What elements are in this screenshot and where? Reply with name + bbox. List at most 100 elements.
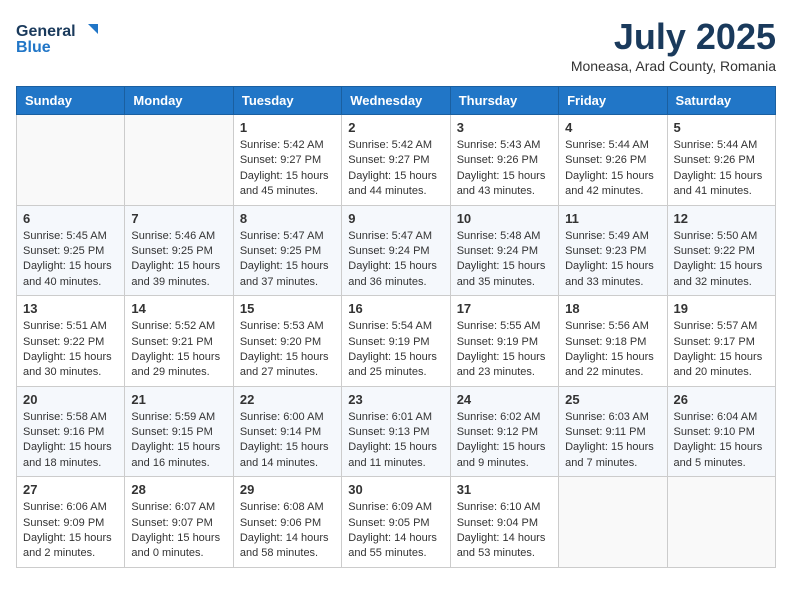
cell-content: Sunrise: 5:52 AM Sunset: 9:21 PM Daylight:…	[131, 319, 226, 381]
calendar-cell: 20Sunrise: 5:58 AMSunset: 9:16 PMDayligh…	[17, 386, 125, 477]
calendar-cell: 11Sunrise: 5:49 AMSunset: 9:23 PMDayligh…	[559, 205, 667, 296]
sunset: Sunset: 9:11 PM	[565, 426, 646, 438]
logo: General Blue	[16, 16, 106, 61]
calendar-cell: 28Sunrise: 6:07 AMSunset: 9:07 PMDayligh…	[125, 477, 233, 568]
day-number: 16	[348, 301, 443, 316]
cell-content: Sunrise: 6:08 AMSunset: 9:06 PMDaylight:…	[240, 500, 335, 562]
sunset: Sunset: 9:26 PM	[565, 154, 646, 166]
sunrise: Sunrise: 6:01 AM	[348, 411, 432, 423]
daylight: Daylight: 15 hours and 0 minutes.	[131, 532, 220, 559]
cell-content: Sunrise: 5:43 AMSunset: 9:26 PMDaylight:…	[457, 138, 552, 200]
calendar-cell: 1Sunrise: 5:42 AMSunset: 9:27 PMDaylight…	[233, 115, 341, 206]
day-number: 30	[348, 482, 443, 497]
header-wednesday: Wednesday	[342, 87, 450, 115]
location: Moneasa, Arad County, Romania	[571, 58, 776, 74]
day-number: 31	[457, 482, 552, 497]
sunrise: Sunrise: 6:07 AM	[131, 501, 215, 513]
sunset: Sunset: 9:12 PM	[457, 426, 538, 438]
daylight: Daylight: 15 hours and 25 minutes.	[348, 351, 437, 378]
calendar-cell: 4Sunrise: 5:44 AMSunset: 9:26 PMDaylight…	[559, 115, 667, 206]
day-number: 12	[674, 211, 769, 226]
sunset: Sunset: 9:17 PM	[674, 336, 755, 348]
cell-content: Sunrise: 5:58 AMSunset: 9:16 PMDaylight:…	[23, 410, 118, 472]
calendar-week-3: 20Sunrise: 5:58 AMSunset: 9:16 PMDayligh…	[17, 386, 776, 477]
sunrise: Sunrise: 5:45 AM	[23, 230, 107, 242]
sunset: Sunset: 9:09 PM	[23, 517, 104, 529]
daylight: Daylight: 15 hours and 35 minutes.	[457, 260, 546, 287]
day-number: 25	[565, 392, 660, 407]
cell-content: Sunrise: 6:02 AMSunset: 9:12 PMDaylight:…	[457, 410, 552, 472]
sunset: Sunset: 9:19 PM	[348, 336, 429, 348]
sunrise: Sunrise: 5:46 AM	[131, 230, 215, 242]
sunset: Sunset: 9:25 PM	[23, 245, 104, 257]
daylight: Daylight: 15 hours and 7 minutes.	[565, 441, 654, 468]
logo-text: General Blue	[16, 16, 106, 61]
calendar-cell: 24Sunrise: 6:02 AMSunset: 9:12 PMDayligh…	[450, 386, 558, 477]
calendar-cell: 15Sunrise: 5:53 AMSunset: 9:20 PMDayligh…	[233, 296, 341, 387]
daylight: Daylight: 14 hours and 58 minutes.	[240, 532, 329, 559]
cell-content: Sunrise: 5:42 AMSunset: 9:27 PMDaylight:…	[348, 138, 443, 200]
calendar-cell: 19Sunrise: 5:57 AMSunset: 9:17 PMDayligh…	[667, 296, 775, 387]
day-number: 10	[457, 211, 552, 226]
header-tuesday: Tuesday	[233, 87, 341, 115]
daylight: Daylight: 15 hours and 40 minutes.	[23, 260, 112, 287]
cell-content: Sunrise: 6:10 AMSunset: 9:04 PMDaylight:…	[457, 500, 552, 562]
calendar-cell	[559, 477, 667, 568]
sunset: Sunset: 9:21 PM	[131, 336, 212, 348]
calendar-cell	[667, 477, 775, 568]
cell-content: Sunrise: 6:03 AM Sunset: 9:11 PM Daylight:…	[565, 410, 660, 472]
daylight: Daylight: 15 hours and 29 minutes.	[131, 351, 220, 378]
daylight: Daylight: 15 hours and 39 minutes.	[131, 260, 220, 287]
daylight: Daylight: 15 hours and 5 minutes.	[674, 441, 763, 468]
cell-content: Sunrise: 6:00 AM Sunset: 9:14 PM Daylight:…	[240, 410, 335, 472]
day-number: 29	[240, 482, 335, 497]
sunset: Sunset: 9:07 PM	[131, 517, 212, 529]
daylight: Daylight: 15 hours and 44 minutes.	[348, 170, 437, 197]
calendar-cell: 7Sunrise: 5:46 AMSunset: 9:25 PMDaylight…	[125, 205, 233, 296]
sunrise: Sunrise: 6:00 AM	[240, 411, 324, 423]
daylight: Daylight: 15 hours and 22 minutes.	[565, 351, 654, 378]
sunset: Sunset: 9:10 PM	[674, 426, 755, 438]
sunrise: Sunrise: 5:47 AM	[348, 230, 432, 242]
sunrise: Sunrise: 5:44 AM	[565, 139, 649, 151]
sunrise: Sunrise: 5:42 AM	[348, 139, 432, 151]
sunrise: Sunrise: 5:54 AM	[348, 320, 432, 332]
daylight: Daylight: 15 hours and 45 minutes.	[240, 170, 329, 197]
svg-text:General: General	[16, 23, 76, 40]
calendar-cell	[17, 115, 125, 206]
sunrise: Sunrise: 6:06 AM	[23, 501, 107, 513]
calendar-week-2: 13Sunrise: 5:51 AMSunset: 9:22 PMDayligh…	[17, 296, 776, 387]
day-number: 9	[348, 211, 443, 226]
daylight: Daylight: 14 hours and 55 minutes.	[348, 532, 437, 559]
sunset: Sunset: 9:19 PM	[457, 336, 538, 348]
calendar-cell: 12Sunrise: 5:50 AMSunset: 9:22 PMDayligh…	[667, 205, 775, 296]
cell-content: Sunrise: 5:45 AM Sunset: 9:25 PM Daylight:…	[23, 229, 118, 291]
calendar-cell: 10Sunrise: 5:48 AMSunset: 9:24 PMDayligh…	[450, 205, 558, 296]
day-number: 7	[131, 211, 226, 226]
daylight: Daylight: 15 hours and 37 minutes.	[240, 260, 329, 287]
calendar-cell: 23Sunrise: 6:01 AMSunset: 9:13 PMDayligh…	[342, 386, 450, 477]
cell-content: Sunrise: 5:42 AMSunset: 9:27 PMDaylight:…	[240, 138, 335, 200]
daylight: Daylight: 15 hours and 16 minutes.	[131, 441, 220, 468]
cell-content: Sunrise: 6:09 AMSunset: 9:05 PMDaylight:…	[348, 500, 443, 562]
svg-text:Blue: Blue	[16, 39, 51, 56]
sunset: Sunset: 9:26 PM	[457, 154, 538, 166]
sunset: Sunset: 9:05 PM	[348, 517, 429, 529]
sunset: Sunset: 9:25 PM	[240, 245, 321, 257]
daylight: Daylight: 15 hours and 20 minutes.	[674, 351, 763, 378]
sunrise: Sunrise: 6:03 AM	[565, 411, 649, 423]
sunset: Sunset: 9:18 PM	[565, 336, 646, 348]
sunset: Sunset: 9:06 PM	[240, 517, 321, 529]
daylight: Daylight: 15 hours and 30 minutes.	[23, 351, 112, 378]
daylight: Daylight: 15 hours and 11 minutes.	[348, 441, 437, 468]
calendar-cell: 18Sunrise: 5:56 AMSunset: 9:18 PMDayligh…	[559, 296, 667, 387]
sunrise: Sunrise: 5:52 AM	[131, 320, 215, 332]
sunset: Sunset: 9:14 PM	[240, 426, 321, 438]
sunset: Sunset: 9:22 PM	[23, 336, 104, 348]
calendar-cell: 27Sunrise: 6:06 AMSunset: 9:09 PMDayligh…	[17, 477, 125, 568]
sunset: Sunset: 9:27 PM	[240, 154, 321, 166]
cell-content: Sunrise: 6:07 AM Sunset: 9:07 PM Daylight:…	[131, 500, 226, 562]
sunset: Sunset: 9:24 PM	[457, 245, 538, 257]
daylight: Daylight: 15 hours and 14 minutes.	[240, 441, 329, 468]
day-number: 15	[240, 301, 335, 316]
